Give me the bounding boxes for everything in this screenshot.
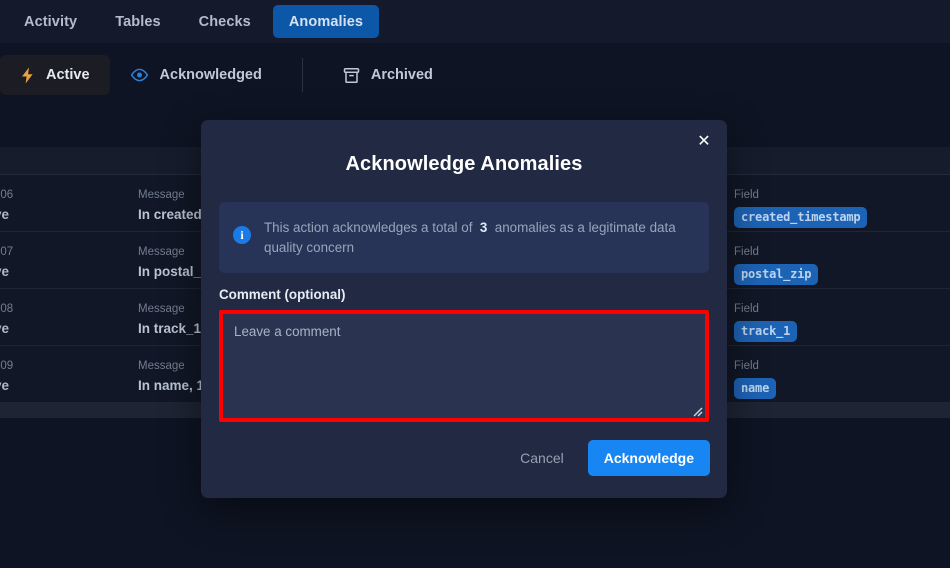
eye-icon: [130, 68, 149, 82]
tab-checks[interactable]: Checks: [183, 5, 267, 38]
acknowledge-anomalies-modal: ✕ Acknowledge Anomalies i This action ac…: [201, 120, 727, 498]
info-icon: i: [233, 226, 251, 244]
field-chip[interactable]: track_1: [734, 321, 798, 342]
info-banner: i This action acknowledges a total of 3 …: [219, 202, 709, 273]
row-field-cell: Field name: [734, 359, 944, 399]
subnav-divider: [301, 58, 303, 92]
row-id-cell: 506 ve: [0, 188, 114, 224]
comment-label: Comment (optional): [219, 287, 346, 302]
row-status: ve: [0, 378, 10, 393]
tab-anomalies[interactable]: Anomalies: [272, 5, 380, 38]
subtab-active-label: Active: [46, 67, 90, 83]
row-id: 507: [0, 246, 14, 258]
archive-icon: [343, 67, 360, 84]
field-chip[interactable]: created_timestamp: [734, 207, 868, 228]
comment-input[interactable]: [223, 314, 705, 418]
subtab-archived[interactable]: Archived: [323, 55, 453, 95]
modal-actions: Cancel Acknowledge: [510, 440, 710, 476]
info-prefix: This action acknowledges a total of: [264, 220, 473, 235]
row-field-cell: Field track_1: [734, 302, 944, 342]
anomaly-status-tabs: Active Acknowledged Archived: [0, 43, 950, 107]
comment-field-highlight: [219, 310, 709, 422]
field-label: Field: [734, 246, 759, 258]
subtab-active[interactable]: Active: [0, 55, 110, 95]
app-root: Activity Tables Checks Anomalies Active …: [0, 0, 950, 568]
row-id: 506: [0, 189, 14, 201]
subtab-archived-label: Archived: [370, 67, 433, 83]
row-id-cell: 509 ve: [0, 359, 114, 395]
anomaly-count: 3: [479, 220, 488, 235]
row-status: ve: [0, 264, 10, 279]
field-chip[interactable]: postal_zip: [734, 264, 819, 285]
field-label: Field: [734, 189, 759, 201]
acknowledge-button[interactable]: Acknowledge: [587, 440, 710, 476]
row-field-cell: Field postal_zip: [734, 245, 944, 285]
subtab-acknowledged[interactable]: Acknowledged: [110, 55, 282, 95]
row-status: ve: [0, 207, 10, 222]
subtab-acknowledged-label: Acknowledged: [159, 67, 262, 83]
field-label: Field: [734, 303, 759, 315]
row-id-cell: 507 ve: [0, 245, 114, 281]
row-id: 508: [0, 303, 14, 315]
info-banner-text: This action acknowledges a total of 3 an…: [264, 217, 693, 258]
row-status: ve: [0, 321, 10, 336]
modal-title: Acknowledge Anomalies: [345, 153, 583, 175]
tab-tables[interactable]: Tables: [99, 5, 176, 38]
bolt-icon: [20, 67, 35, 84]
tab-activity[interactable]: Activity: [8, 5, 93, 38]
row-field-cell: Field created_timestamp: [734, 188, 944, 228]
primary-nav: Activity Tables Checks Anomalies: [0, 0, 950, 43]
row-id-cell: 508 ve: [0, 302, 114, 338]
field-label: Field: [734, 360, 759, 372]
close-icon[interactable]: ✕: [693, 131, 715, 153]
row-id: 509: [0, 360, 14, 372]
cancel-button[interactable]: Cancel: [510, 442, 574, 474]
field-chip[interactable]: name: [734, 378, 777, 399]
